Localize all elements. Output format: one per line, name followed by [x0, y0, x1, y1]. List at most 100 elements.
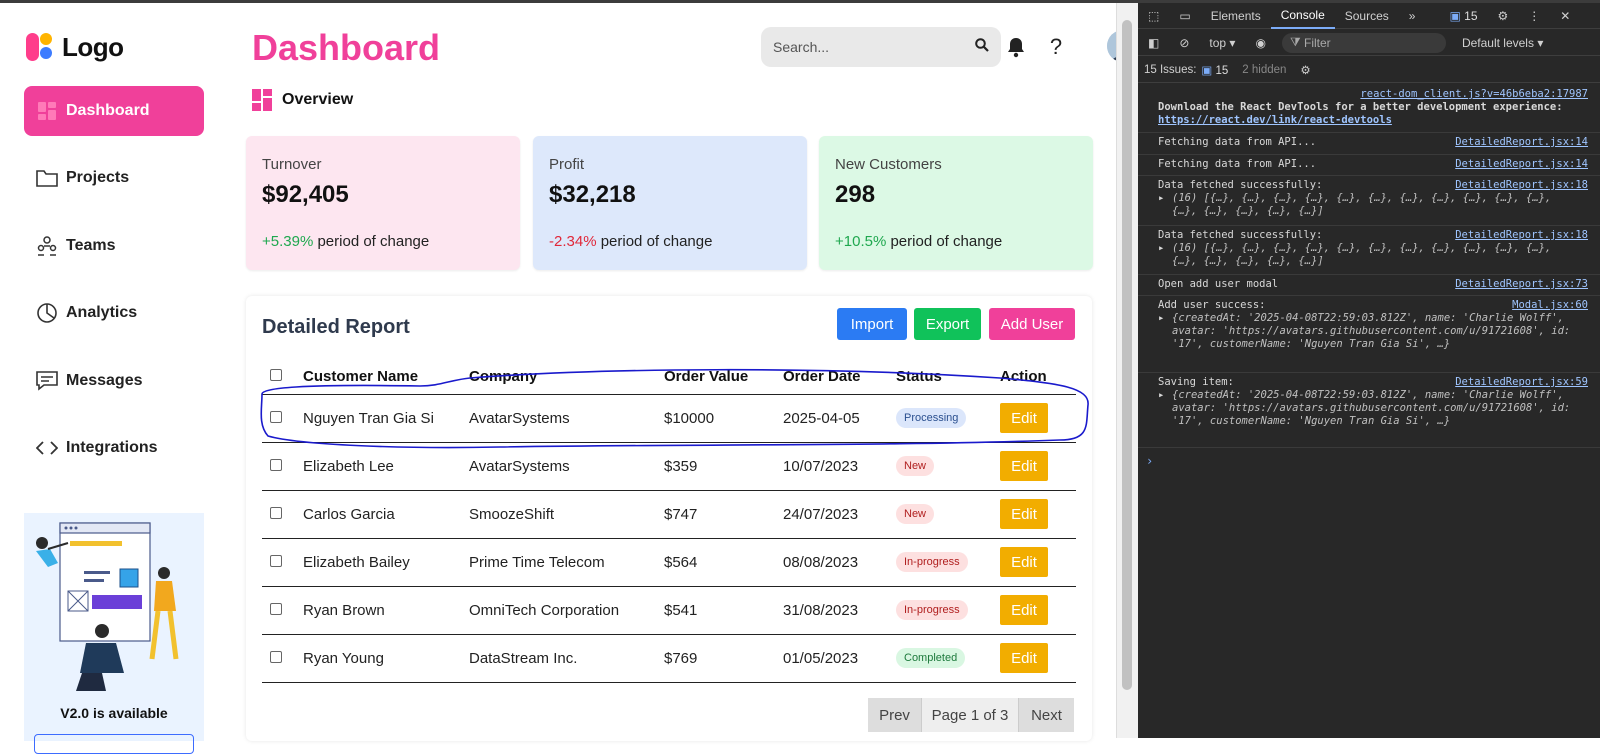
page-title: Dashboard: [252, 27, 441, 68]
device-toolbar-icon[interactable]: ▭: [1169, 3, 1200, 29]
column-header[interactable]: Customer Name: [303, 360, 469, 395]
console-message: Fetching data from API...: [1158, 136, 1578, 149]
sidebar-item-analytics[interactable]: Analytics: [24, 288, 204, 338]
sidebar-item-label: Integrations: [66, 439, 158, 456]
column-header[interactable]: Order Value: [664, 360, 783, 395]
scrollbar-thumb[interactable]: [1122, 20, 1132, 690]
sidebar-item-integrations[interactable]: Integrations: [24, 423, 204, 473]
tab-sources[interactable]: Sources: [1335, 3, 1399, 29]
more-tabs-icon[interactable]: »: [1399, 3, 1426, 29]
console-object[interactable]: ▸ {createdAt: '2025-04-08T22:59:03.812Z',…: [1158, 389, 1578, 428]
folder-icon: [36, 167, 58, 189]
customer-name-cell: Nguyen Tran Gia Si: [303, 394, 469, 443]
issues-settings-icon[interactable]: ⚙: [1300, 63, 1310, 77]
stat-card-turnover: Turnover $92,405 +5.39% period of change: [246, 136, 520, 270]
console-object[interactable]: ▸ (16) [{…}, {…}, {…}, {…}, {…}, {…}, {…}…: [1158, 192, 1578, 218]
close-icon[interactable]: ✕: [1550, 3, 1580, 29]
stat-card-new-customers: New Customers 298 +10.5% period of chang…: [819, 136, 1093, 270]
next-page-button[interactable]: Next: [1019, 698, 1074, 732]
row-checkbox[interactable]: [270, 506, 282, 519]
issues-badge[interactable]: ▣ 15: [1439, 3, 1487, 29]
issues-link[interactable]: ▣ 15: [1201, 63, 1228, 77]
search-box[interactable]: [761, 27, 1001, 67]
console-link[interactable]: https://react.dev/link/react-devtools: [1158, 114, 1392, 126]
edit-button[interactable]: Edit: [1000, 643, 1048, 673]
sidebar-item-projects[interactable]: Projects: [24, 153, 204, 203]
edit-button[interactable]: Edit: [1000, 595, 1048, 625]
customer-name-cell: Carlos Garcia: [303, 490, 469, 539]
stat-value: $32,218: [549, 181, 636, 208]
stat-change-suffix: period of change: [886, 233, 1003, 250]
order-date-cell: 01/05/2023: [783, 634, 896, 683]
row-checkbox[interactable]: [270, 554, 282, 567]
console-source-link[interactable]: react-dom_client.js?v=46b6eba2:17987: [1360, 88, 1588, 100]
stat-change-suffix: period of change: [313, 233, 430, 250]
stat-change: +5.39% period of change: [262, 233, 504, 250]
issues-bar: 15 Issues: ▣ 15 2 hidden ⚙: [1138, 57, 1600, 83]
logo[interactable]: Logo: [26, 31, 124, 63]
column-header[interactable]: Company: [469, 360, 664, 395]
console-separator: [1138, 225, 1600, 226]
tab-console[interactable]: Console: [1270, 3, 1335, 29]
edit-button[interactable]: Edit: [1000, 547, 1048, 577]
tab-elements[interactable]: Elements: [1201, 3, 1271, 29]
settings-icon[interactable]: ⚙: [1488, 3, 1519, 29]
table-row: Elizabeth Bailey Prime Time Telecom $564 08…: [262, 538, 1076, 587]
promo-button[interactable]: [34, 734, 194, 754]
issues-link-count: 15: [1215, 64, 1229, 77]
upgrade-promo-card: V2.0 is available: [24, 513, 204, 754]
search-input[interactable]: [773, 39, 975, 55]
row-checkbox[interactable]: [270, 458, 282, 471]
expand-triangle-icon[interactable]: ▸: [1158, 192, 1164, 205]
expand-triangle-icon[interactable]: ▸: [1158, 242, 1164, 255]
expand-triangle-icon[interactable]: ▸: [1158, 389, 1164, 402]
search-icon[interactable]: [975, 37, 989, 57]
status-badge: In-progress: [896, 552, 968, 572]
sidebar: Logo Dashboard Projects Teams Analytics …: [0, 3, 230, 754]
row-checkbox[interactable]: [270, 650, 282, 663]
bell-icon[interactable]: [1002, 33, 1030, 61]
console-message-text: Download the React DevTools for a better…: [1158, 101, 1563, 113]
add-user-button[interactable]: Add User: [989, 308, 1075, 340]
stat-change-suffix: period of change: [596, 233, 713, 250]
order-date-cell: 10/07/2023: [783, 442, 896, 491]
sidebar-item-label: Teams: [66, 237, 116, 254]
export-button[interactable]: Export: [914, 308, 981, 340]
more-options-icon[interactable]: ⋮: [1518, 3, 1550, 29]
prev-page-button[interactable]: Prev: [868, 698, 921, 732]
console-prompt[interactable]: ›: [1146, 454, 1153, 468]
inspect-element-icon[interactable]: ⬚: [1138, 3, 1169, 29]
row-checkbox[interactable]: [270, 602, 282, 615]
console-filter-input[interactable]: ⧩ Filter: [1281, 32, 1446, 53]
sidebar-item-messages[interactable]: Messages: [24, 356, 204, 406]
import-button[interactable]: Import: [837, 308, 907, 340]
edit-button[interactable]: Edit: [1000, 451, 1048, 481]
devtools-tabbar: ⬚ ▭ Elements Console Sources » ▣ 15 ⚙ ⋮ …: [1138, 3, 1600, 29]
console-message: Open add user modal: [1158, 278, 1578, 291]
filter-icon: ⧩: [1289, 35, 1304, 49]
row-checkbox[interactable]: [270, 410, 282, 423]
status-badge: Processing: [896, 408, 967, 428]
sidebar-item-dashboard[interactable]: Dashboard: [24, 86, 204, 136]
log-levels-dropdown[interactable]: Default levels ▾: [1452, 30, 1553, 56]
console-separator: [1138, 447, 1600, 448]
devtools-panel: ⬚ ▭ Elements Console Sources » ▣ 15 ⚙ ⋮ …: [1138, 3, 1600, 738]
edit-button[interactable]: Edit: [1000, 499, 1048, 529]
help-icon[interactable]: ?: [1042, 33, 1070, 61]
select-all-checkbox[interactable]: [270, 369, 282, 382]
console-object[interactable]: ▸ (16) [{…}, {…}, {…}, {…}, {…}, {…}, {…}…: [1158, 242, 1578, 268]
sidebar-item-teams[interactable]: Teams: [24, 221, 204, 271]
promo-illustration: [36, 522, 179, 691]
column-header[interactable]: Status: [896, 360, 1000, 395]
table-row: Ryan Young DataStream Inc. $769 01/05/2023 C…: [262, 634, 1076, 683]
sidebar-toggle-icon[interactable]: ◧: [1138, 30, 1169, 56]
expand-triangle-icon[interactable]: ▸: [1158, 312, 1164, 325]
console-object[interactable]: ▸ {createdAt: '2025-04-08T22:59:03.812Z',…: [1158, 312, 1578, 351]
context-selector[interactable]: top ▾: [1199, 30, 1245, 56]
order-date-cell: 2025-04-05: [783, 394, 896, 443]
console-separator: [1138, 274, 1600, 275]
edit-button[interactable]: Edit: [1000, 403, 1048, 433]
clear-console-icon[interactable]: ⊘: [1169, 30, 1199, 56]
column-header[interactable]: Order Date: [783, 360, 896, 395]
live-expression-icon[interactable]: ◉: [1245, 30, 1275, 56]
